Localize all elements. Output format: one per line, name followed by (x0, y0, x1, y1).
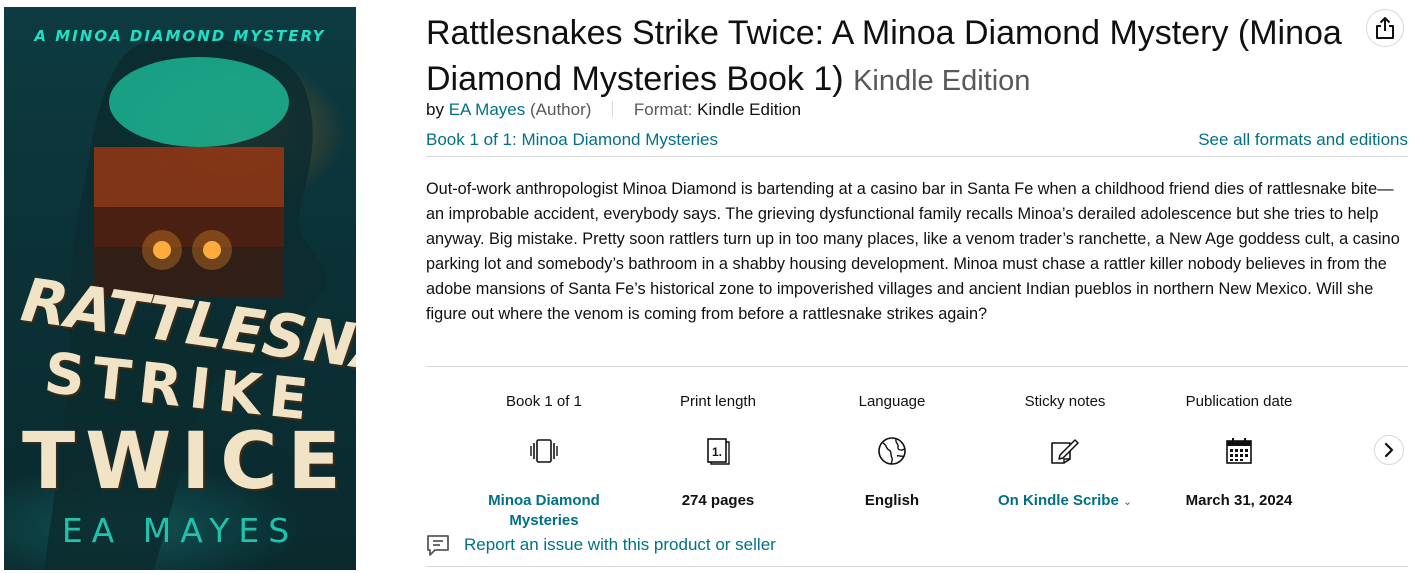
sticky-note-pen-icon (1051, 439, 1079, 464)
feedback-icon (427, 535, 449, 556)
globe-icon (878, 437, 906, 465)
product-edition: Kindle Edition (853, 65, 1031, 97)
detail-value: 274 pages (681, 492, 755, 509)
detail-value: March 31, 2024 (1185, 492, 1293, 509)
divider-top (426, 156, 1408, 157)
detail-label: Publication date (1185, 393, 1293, 410)
detail-card-series[interactable]: Book 1 of 1 Minoa Diamond Mysteries (459, 393, 629, 531)
book-cover-image[interactable]: A MINOA DIAMOND MYSTERY RATTLESNAKES STR… (4, 7, 356, 570)
sticky-notes-value: On Kindle Scribe (997, 492, 1119, 509)
detail-label: Print length (680, 393, 756, 410)
series-link[interactable]: Book 1 of 1: Minoa Diamond Mysteries (426, 130, 718, 150)
byline-divider (612, 101, 614, 118)
report-issue-text: Report an issue with this product or sel… (464, 535, 776, 554)
product-title: Rattlesnakes Strike Twice: A Minoa Diamo… (426, 10, 1346, 104)
author-link[interactable]: EA Mayes (449, 100, 526, 119)
detail-card-print-length: Print length 1. 274 pages (633, 393, 803, 511)
detail-label: Book 1 of 1 (506, 393, 582, 410)
see-all-formats-link[interactable]: See all formats and editions (1198, 130, 1408, 150)
detail-label: Sticky notes (1024, 393, 1106, 410)
report-issue-link[interactable]: Report an issue with this product or sel… (426, 533, 776, 557)
detail-card-language: Language English (807, 393, 977, 511)
chevron-right-icon (1384, 442, 1394, 458)
share-button[interactable] (1366, 9, 1404, 47)
detail-card-sticky-notes[interactable]: Sticky notes On Kindle Scribe ⌄ (980, 393, 1150, 512)
product-description: Out-of-work anthropologist Minoa Diamond… (426, 180, 1400, 323)
divider-bottom (426, 566, 1408, 567)
cover-title-line-3: TWICE (22, 417, 351, 507)
svg-text:1.: 1. (712, 445, 722, 459)
share-icon (1376, 17, 1394, 39)
detail-value[interactable]: Minoa Diamond Mysteries (459, 491, 629, 531)
by-label: by (426, 100, 444, 119)
detail-value: English (864, 492, 920, 509)
byline: by EA Mayes (Author) Format: Kindle Edit… (426, 100, 801, 120)
carousel-next-button[interactable] (1374, 435, 1404, 465)
divider-middle (426, 366, 1408, 367)
page-count-icon: 1. (707, 438, 730, 465)
format-value: Kindle Edition (697, 100, 802, 119)
cover-author-text: EA MAYES (61, 511, 299, 550)
book-series-icon (530, 439, 558, 463)
cover-series-text: A MINOA DIAMOND MYSTERY (34, 27, 326, 45)
format-label: Format: (633, 100, 693, 119)
detail-card-publication-date: Publication date March 31, 2024 (1154, 393, 1324, 511)
calendar-icon (1226, 438, 1252, 464)
chevron-down-icon: ⌄ (1122, 496, 1133, 508)
detail-label: Language (858, 393, 926, 410)
detail-value[interactable]: On Kindle Scribe ⌄ (980, 491, 1150, 512)
author-role: (Author) (529, 100, 592, 119)
